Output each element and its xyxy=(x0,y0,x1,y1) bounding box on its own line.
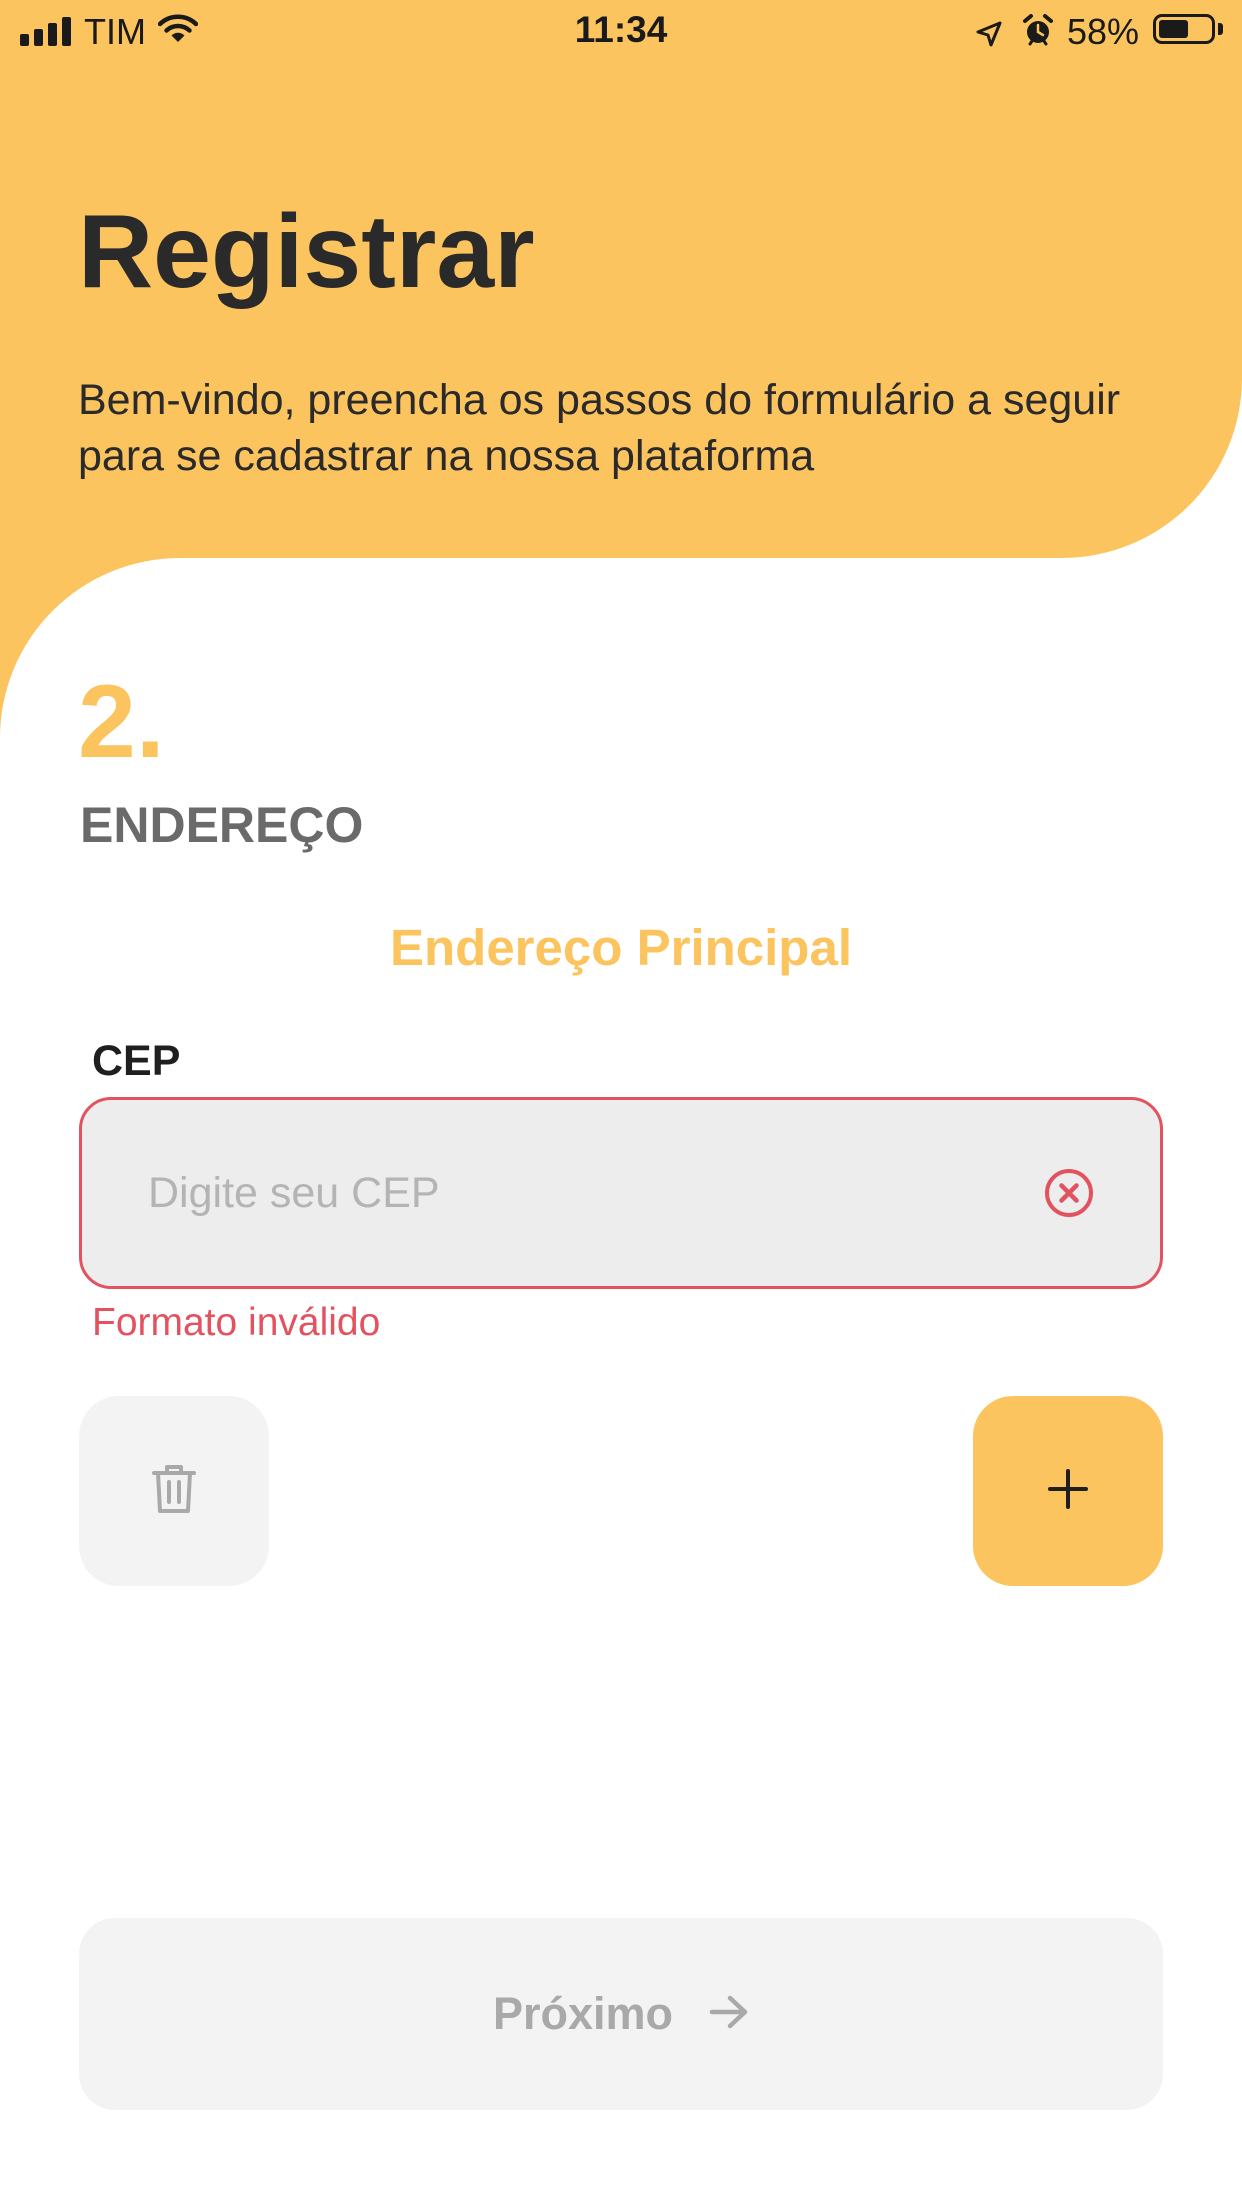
location-icon xyxy=(975,15,1003,57)
trash-icon xyxy=(152,1463,196,1520)
section-title: Endereço Principal xyxy=(390,919,852,976)
battery-level xyxy=(1159,20,1188,38)
battery-cap xyxy=(1218,23,1223,35)
add-address-button[interactable] xyxy=(973,1396,1163,1586)
page-subtitle: Bem-vindo, preencha os passos do formulá… xyxy=(78,376,1121,480)
status-bar: TIM 11:34 58% xyxy=(0,0,1242,64)
battery-percentage: 58% xyxy=(1067,11,1140,52)
next-button[interactable]: Próximo xyxy=(79,1918,1163,2110)
next-button-label: Próximo xyxy=(492,1988,674,2039)
page-title: Registrar xyxy=(78,194,535,310)
cep-input-container xyxy=(79,1097,1163,1289)
delete-address-button[interactable] xyxy=(79,1396,269,1586)
cep-label: CEP xyxy=(92,1037,181,1085)
clear-circle-icon[interactable] xyxy=(1043,1167,1095,1219)
cep-input[interactable] xyxy=(148,1100,1008,1286)
battery-icon xyxy=(1153,14,1215,44)
status-time: 11:34 xyxy=(574,9,668,50)
step-title: ENDEREÇO xyxy=(80,797,364,853)
plus-icon xyxy=(1048,1468,1088,1514)
step-number: 2. xyxy=(78,664,165,780)
arrow-right-icon xyxy=(709,1994,749,2035)
cep-error-message: Formato inválido xyxy=(92,1301,381,1344)
alarm-icon xyxy=(1022,13,1054,56)
